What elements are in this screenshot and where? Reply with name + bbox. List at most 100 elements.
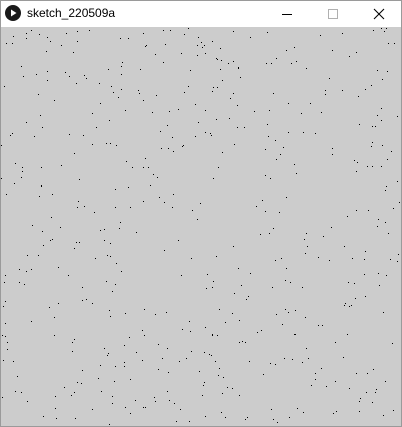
canvas-point bbox=[7, 349, 8, 350]
canvas-point bbox=[47, 71, 48, 72]
canvas-point bbox=[377, 226, 378, 227]
canvas-point bbox=[364, 274, 365, 275]
canvas-point bbox=[302, 287, 303, 288]
canvas-point bbox=[166, 312, 167, 313]
canvas-point bbox=[381, 28, 382, 29]
canvas-point bbox=[379, 285, 380, 286]
canvas-point bbox=[124, 366, 125, 367]
minimize-icon bbox=[282, 14, 292, 15]
canvas-point bbox=[77, 31, 78, 32]
canvas-point bbox=[107, 255, 108, 256]
sketch-canvas[interactable] bbox=[1, 27, 401, 426]
canvas-point bbox=[228, 63, 229, 64]
canvas-point bbox=[115, 284, 116, 285]
canvas-point bbox=[356, 52, 357, 53]
canvas-point bbox=[294, 47, 295, 48]
canvas-point bbox=[61, 165, 62, 166]
canvas-point bbox=[167, 348, 168, 349]
canvas-point bbox=[256, 206, 257, 207]
canvas-point bbox=[82, 370, 83, 371]
canvas-point bbox=[109, 120, 110, 121]
canvas-point bbox=[197, 55, 198, 56]
canvas-point bbox=[305, 253, 306, 254]
canvas-point bbox=[43, 416, 44, 417]
canvas-point bbox=[27, 255, 28, 256]
canvas-point bbox=[265, 211, 266, 212]
canvas-point bbox=[104, 348, 105, 349]
canvas-point bbox=[204, 382, 205, 383]
canvas-point bbox=[367, 373, 368, 374]
canvas-point bbox=[21, 177, 22, 178]
canvas-point bbox=[222, 80, 223, 81]
canvas-point bbox=[135, 400, 136, 401]
canvas-point bbox=[115, 366, 116, 367]
canvas-point bbox=[161, 148, 162, 149]
canvas-point bbox=[326, 386, 327, 387]
canvas-point bbox=[383, 415, 384, 416]
canvas-point bbox=[100, 103, 101, 104]
canvas-point bbox=[41, 186, 42, 187]
canvas-point bbox=[372, 126, 373, 127]
canvas-point bbox=[294, 164, 295, 165]
canvas-point bbox=[1, 178, 2, 179]
canvas-point bbox=[244, 127, 245, 128]
title-bar[interactable]: sketch_220509a bbox=[1, 1, 401, 27]
canvas-point bbox=[173, 194, 174, 195]
canvas-point bbox=[205, 327, 206, 328]
canvas-point bbox=[36, 74, 37, 75]
canvas-point bbox=[40, 115, 41, 116]
canvas-point bbox=[386, 275, 387, 276]
canvas-point bbox=[387, 159, 388, 160]
canvas-point bbox=[72, 342, 73, 343]
canvas-point bbox=[329, 260, 330, 261]
canvas-point bbox=[272, 287, 273, 288]
canvas-point bbox=[5, 323, 6, 324]
canvas-point bbox=[285, 280, 286, 281]
canvas-point bbox=[169, 400, 170, 401]
canvas-point bbox=[51, 217, 52, 218]
canvas-point bbox=[2, 335, 3, 336]
canvas-point bbox=[265, 149, 266, 150]
canvas-point bbox=[318, 325, 319, 326]
maximize-icon bbox=[328, 9, 338, 19]
canvas-point bbox=[74, 153, 75, 154]
canvas-point bbox=[306, 348, 307, 349]
canvas-point bbox=[15, 163, 16, 164]
canvas-point bbox=[216, 58, 217, 59]
close-button[interactable] bbox=[356, 1, 402, 27]
canvas-point bbox=[64, 387, 65, 388]
canvas-point bbox=[335, 342, 336, 343]
canvas-point bbox=[21, 392, 22, 393]
canvas-point bbox=[375, 392, 376, 393]
minimize-button[interactable] bbox=[264, 1, 310, 27]
maximize-button[interactable] bbox=[310, 1, 356, 27]
canvas-point bbox=[39, 34, 40, 35]
canvas-point bbox=[86, 78, 87, 79]
canvas-point bbox=[358, 96, 359, 97]
canvas-point bbox=[69, 76, 70, 77]
canvas-point bbox=[296, 173, 297, 174]
canvas-point bbox=[344, 305, 345, 306]
canvas-point bbox=[176, 421, 177, 422]
canvas-point bbox=[172, 207, 173, 208]
canvas-point bbox=[225, 322, 226, 323]
canvas-point bbox=[323, 236, 324, 237]
canvas-point bbox=[153, 174, 154, 175]
canvas-point bbox=[168, 148, 169, 149]
canvas-point bbox=[238, 67, 239, 68]
canvas-point bbox=[34, 136, 35, 137]
canvas-point bbox=[237, 127, 238, 128]
canvas-point bbox=[54, 317, 55, 318]
canvas-point bbox=[2, 397, 3, 398]
canvas-point bbox=[220, 69, 221, 70]
canvas-point bbox=[120, 222, 121, 223]
canvas-point bbox=[121, 74, 122, 75]
canvas-point bbox=[113, 92, 114, 93]
canvas-point bbox=[357, 162, 358, 163]
canvas-point bbox=[355, 298, 356, 299]
canvas-point bbox=[1, 145, 2, 146]
canvas-point bbox=[195, 136, 196, 137]
canvas-point bbox=[344, 246, 345, 247]
canvas-point bbox=[376, 389, 377, 390]
canvas-point bbox=[213, 87, 214, 88]
